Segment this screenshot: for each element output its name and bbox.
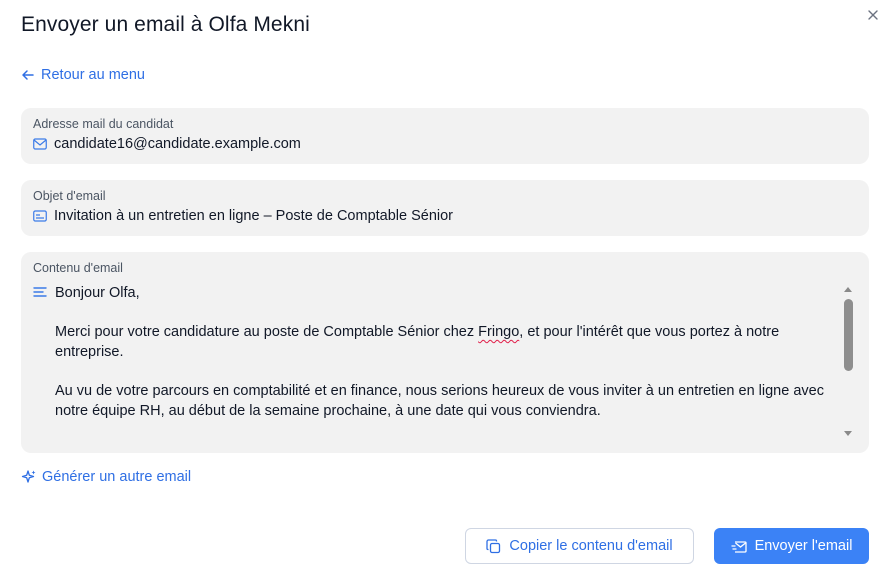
candidate-email-label: Adresse mail du candidat	[33, 117, 174, 131]
candidate-email-field[interactable]: Adresse mail du candidat candidate16@can…	[21, 108, 869, 164]
close-button[interactable]	[864, 6, 882, 24]
mail-send-icon	[730, 540, 747, 553]
email-subject-label: Objet d'email	[33, 189, 106, 203]
email-content-textarea[interactable]: Bonjour Olfa, Merci pour votre candidatu…	[55, 283, 841, 440]
generate-link-label: Générer un autre email	[42, 469, 192, 485]
scroll-down-arrow-icon[interactable]	[844, 431, 852, 436]
generate-another-email-link[interactable]: Générer un autre email	[21, 469, 191, 485]
back-to-menu-link[interactable]: Retour au menu	[21, 67, 145, 83]
copy-button-label: Copier le contenu d'email	[509, 538, 673, 554]
text-lines-icon	[33, 286, 47, 298]
sparkles-icon	[21, 469, 37, 485]
back-link-label: Retour au menu	[41, 67, 145, 83]
copy-icon	[486, 538, 501, 554]
email-paragraph-2: Au vu de votre parcours en comptabilité …	[55, 383, 824, 419]
email-paragraph-1: Merci pour votre candidature au poste de…	[55, 324, 780, 360]
card-icon	[33, 210, 47, 222]
email-content-label: Contenu d'email	[33, 261, 123, 275]
send-button-label: Envoyer l'email	[754, 538, 853, 554]
dialog-title: Envoyer un email à Olfa Mekni	[21, 13, 310, 36]
spellcheck-flagged-word: Fringo	[478, 324, 520, 340]
candidate-email-value[interactable]: candidate16@candidate.example.com	[54, 136, 301, 152]
content-scrollbar[interactable]	[841, 283, 856, 440]
scrollbar-thumb[interactable]	[844, 299, 853, 371]
envelope-icon	[33, 138, 47, 150]
scroll-up-arrow-icon[interactable]	[844, 287, 852, 292]
send-email-button[interactable]: Envoyer l'email	[714, 528, 869, 564]
copy-email-content-button[interactable]: Copier le contenu d'email	[465, 528, 694, 564]
close-icon	[868, 10, 878, 20]
email-content-field[interactable]: Contenu d'email Bonjour Olfa, Merci pour…	[21, 252, 869, 453]
email-subject-field[interactable]: Objet d'email Invitation à un entretien …	[21, 180, 869, 236]
email-subject-value[interactable]: Invitation à un entretien en ligne – Pos…	[54, 208, 453, 224]
email-greeting: Bonjour Olfa,	[55, 285, 140, 301]
arrow-left-icon	[21, 68, 35, 82]
